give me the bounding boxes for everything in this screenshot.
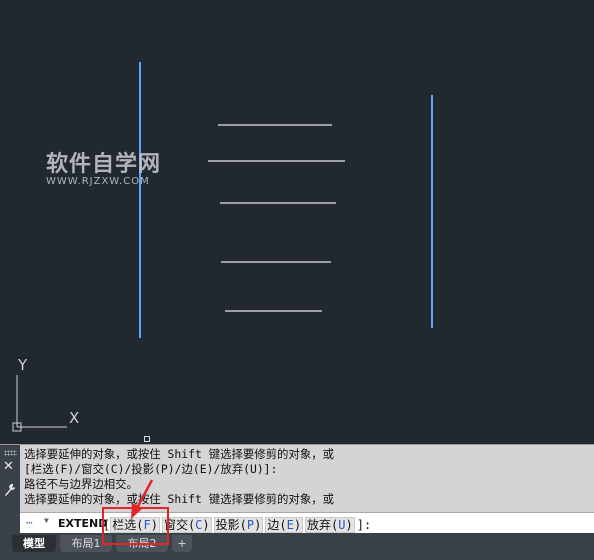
arrow-annotation-icon [131, 479, 154, 519]
